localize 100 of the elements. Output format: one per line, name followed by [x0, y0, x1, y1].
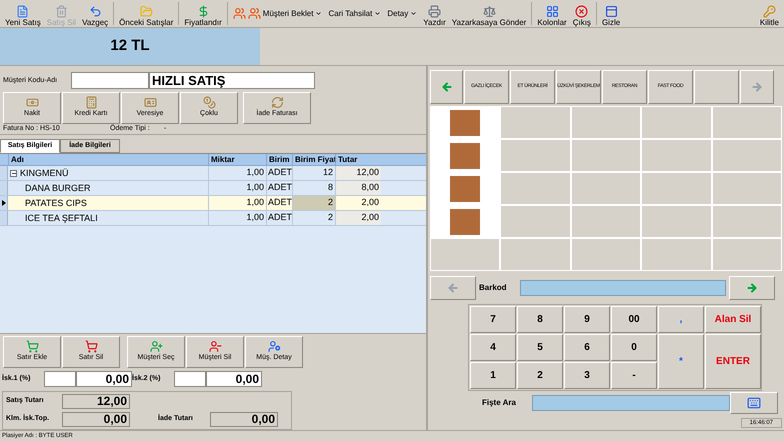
window-icon: [604, 5, 618, 18]
discount-rate-field[interactable]: [44, 370, 76, 387]
table-cell-text: KINGMENÜ: [20, 166, 69, 180]
product-tile[interactable]: [501, 140, 570, 171]
table-row[interactable]: KINGMENÜ 1,00 ADET 12 12,00: [0, 166, 426, 182]
keypad-key[interactable]: 8: [517, 306, 563, 333]
product-tile[interactable]: [501, 107, 570, 138]
keypad-key[interactable]: 5: [517, 334, 563, 361]
collapse-toggle[interactable]: [10, 170, 17, 177]
toolbar-button[interactable]: Kilitle: [756, 0, 782, 27]
table-cell: 8: [292, 181, 335, 196]
column-header[interactable]: Birim: [266, 154, 292, 166]
table-cell: 2: [292, 211, 335, 226]
keyboard-button[interactable]: [730, 392, 778, 414]
product-tile[interactable]: [712, 173, 781, 204]
refresh-icon: [270, 96, 284, 109]
toolbar-button[interactable]: Yazarkasaya Gönder: [448, 0, 530, 27]
product-tile[interactable]: [501, 206, 570, 237]
product-tile[interactable]: [642, 239, 711, 270]
receipt-search-label: Fişte Ara: [482, 397, 517, 409]
previous-category-button[interactable]: [430, 70, 463, 104]
customer-code-field[interactable]: [71, 72, 149, 90]
table-row[interactable]: ICE TEA ŞEFTALI 1,00 ADET 2 2,00: [0, 211, 426, 226]
column-header[interactable]: Miktar: [208, 154, 266, 166]
product-tile[interactable]: [572, 173, 640, 204]
keypad-key[interactable]: 1: [470, 362, 516, 389]
discount-amount-field[interactable]: 0,00: [76, 370, 132, 387]
product-tile[interactable]: [642, 206, 711, 237]
product-tile[interactable]: [501, 239, 570, 270]
toolbar-button[interactable]: Kolonlar: [534, 0, 570, 27]
toolbar-button[interactable]: Vazgeç: [79, 0, 112, 27]
right-arrow-icon: [746, 282, 758, 294]
keypad-key[interactable]: 9: [564, 306, 610, 333]
user-add-icon: [150, 340, 162, 354]
product-tile[interactable]: [572, 140, 640, 171]
cart-add-icon: [26, 340, 38, 354]
table-cell: 2,00: [335, 196, 381, 210]
keypad-key[interactable]: 00: [611, 306, 657, 333]
toolbar-button[interactable]: Fiyatlandır: [181, 0, 225, 27]
product-tile[interactable]: [712, 206, 781, 237]
product-tile[interactable]: [572, 107, 640, 138]
table-cell: ADET: [266, 211, 292, 226]
product-tile[interactable]: [642, 140, 711, 171]
photo-placeholder: [450, 142, 480, 168]
keypad-key[interactable]: 7: [470, 306, 516, 333]
photo-placeholder: [450, 176, 480, 202]
barcode-field[interactable]: [520, 280, 726, 296]
product-tile[interactable]: [712, 239, 781, 270]
caret-icon: [315, 10, 322, 17]
trash-icon: [54, 5, 68, 18]
product-tile[interactable]: [642, 107, 711, 138]
product-tile[interactable]: [712, 107, 781, 138]
caret-icon: [374, 10, 382, 17]
keypad-key[interactable]: 2: [517, 362, 563, 389]
toolbar-button[interactable]: Çıkış: [570, 0, 594, 27]
table-cell-text: PATATES CIPS: [25, 196, 87, 210]
product-tile[interactable]: [431, 239, 500, 270]
receipt-search-field[interactable]: [532, 395, 730, 411]
table-cell: 1,00: [208, 196, 266, 210]
product-tile[interactable]: [572, 239, 640, 270]
product-tile[interactable]: [642, 173, 711, 204]
return-total-field: 0,00: [210, 412, 278, 427]
dropdown-button[interactable]: Müşteri Beklet: [230, 0, 326, 27]
customer-name-field[interactable]: HIZLI SATIŞ: [149, 72, 315, 90]
product-tile[interactable]: [501, 173, 570, 204]
table-cell: 1,00: [208, 211, 266, 226]
scale-icon: [482, 5, 496, 18]
table-cell: ADET: [266, 181, 292, 196]
table-cell: ADET: [266, 166, 292, 180]
table-row[interactable]: PATATES CIPS 1,00 ADET 2 2,00: [0, 196, 426, 212]
close-icon: [575, 5, 588, 18]
user-remove-icon: [208, 340, 222, 354]
keypad-key[interactable]: 4: [470, 334, 516, 361]
cash-icon: [26, 96, 38, 109]
table-cell-text: DANA BURGER: [25, 182, 91, 195]
column-header[interactable]: Adı: [8, 154, 208, 166]
keypad-key[interactable]: 0: [611, 334, 657, 361]
keypad-key[interactable]: 6: [564, 334, 610, 361]
photo-placeholder: [450, 208, 480, 234]
product-tile[interactable]: [572, 206, 640, 237]
toolbar-button[interactable]: Önceki Satışlar: [116, 0, 176, 27]
next-button[interactable]: [729, 276, 775, 300]
keypad-key[interactable]: 3: [564, 362, 610, 389]
dropdown-button[interactable]: Cari Tahsilat: [325, 0, 384, 27]
toolbar-button[interactable]: Yeni Satış: [2, 0, 44, 27]
people-icon: [232, 7, 246, 20]
calculator-icon: [84, 96, 98, 109]
dropdown-button[interactable]: Detay: [384, 0, 420, 27]
column-header[interactable]: Tutar: [335, 154, 381, 166]
product-tile[interactable]: [712, 140, 781, 171]
table-row[interactable]: DANA BURGER 1,00 ADET 8 8,00: [0, 181, 426, 196]
discount-rate-field[interactable]: [174, 370, 206, 387]
keypad-key[interactable]: -: [611, 362, 657, 389]
next-category-button[interactable]: [740, 70, 774, 104]
category-button[interactable]: [694, 70, 739, 104]
dollar-icon: [196, 5, 210, 18]
previous-button[interactable]: [430, 276, 476, 300]
toolbar-button[interactable]: Gizle: [598, 0, 624, 27]
discount-amount-field[interactable]: 0,00: [206, 370, 262, 387]
toolbar-button[interactable]: Yazdır: [420, 0, 449, 27]
